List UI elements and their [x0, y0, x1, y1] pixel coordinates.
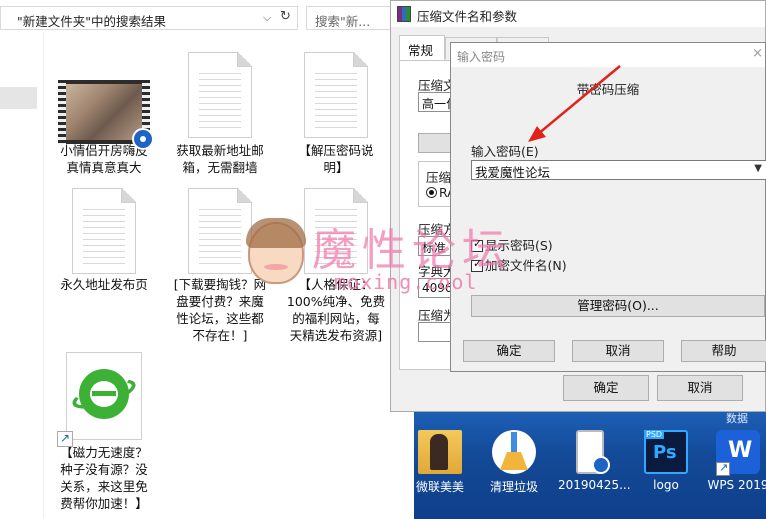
file-label: 性论坛，这些都 — [176, 311, 264, 326]
enter-password-dialog: 输入密码 × 带密码压缩 输入密码(E) 我爱魔性论坛 ▼ 显示密码(S) 加密… — [450, 42, 766, 372]
file-label: 永久地址发布页 — [60, 277, 148, 292]
document-icon — [304, 52, 368, 138]
file-item[interactable]: 【磁力无速度？ 种子没有源？没 关系，来这里免 费帮你加速！】 — [54, 352, 154, 512]
search-placeholder: 搜索"新... — [315, 14, 371, 29]
desktop-area: 数据 微联美美 清理垃圾 20190425... PSDPs logo W WP… — [414, 412, 766, 519]
password-field-label: 输入密码(E) — [471, 144, 539, 159]
file-item[interactable]: 永久地址发布页 — [54, 188, 154, 293]
radio-icon — [426, 187, 437, 198]
dict-value: 4096 — [422, 281, 453, 295]
media-player-badge-icon — [132, 128, 154, 150]
checkbox-icon — [471, 237, 483, 252]
broom-icon — [492, 430, 536, 474]
file-label: 【解压密码说 — [298, 143, 374, 158]
file-label: 不存在！] — [192, 328, 248, 343]
show-password-checkbox[interactable]: 显示密码(S) — [471, 235, 553, 254]
desktop-icon[interactable]: W WPS 2019 — [706, 430, 766, 492]
chevron-down-icon[interactable]: ▼ — [754, 163, 762, 174]
video-file-icon — [58, 80, 154, 150]
password-input[interactable]: 我爱魔性论坛 ▼ — [471, 160, 766, 180]
desktop-icon-label: 清理垃圾 — [489, 480, 538, 494]
desktop-icon-label: 微联美美 — [415, 480, 464, 494]
winrar-icon — [397, 6, 411, 22]
search-input[interactable]: 搜索"新... — [306, 6, 392, 30]
desktop-icon-label: 20190425... — [558, 478, 631, 492]
ok-button[interactable]: 确定 — [463, 340, 555, 362]
ok-button[interactable]: 确定 — [563, 375, 649, 401]
close-icon[interactable]: × — [752, 46, 763, 61]
dialog-titlebar[interactable]: 压缩文件名和参数 — [391, 1, 765, 27]
psd-file-icon: PSD Ps — [644, 430, 688, 474]
desktop-icon[interactable]: PSD Ps logo — [634, 430, 698, 492]
file-label: 天精选发布资源] — [289, 328, 383, 343]
dialog-title: 压缩文件名和参数 — [417, 9, 518, 24]
manage-passwords-button[interactable]: 管理密码(O)... — [471, 295, 765, 317]
navigation-pane — [0, 32, 44, 519]
folder-photo-icon — [418, 430, 462, 474]
checkbox-icon — [471, 257, 483, 272]
tab-label: 常规 — [408, 43, 434, 58]
desktop-icon-label: logo — [653, 478, 679, 492]
password-value: 我爱魔性论坛 — [475, 165, 551, 180]
file-item[interactable]: 【人格保证： 100%纯净、免费 的福利网站，每 天精选发布资源] — [286, 188, 386, 344]
dialog-title: 输入密码 — [457, 50, 506, 64]
wps-icon: W — [716, 430, 760, 476]
file-label: [下载要掏钱？网 — [173, 277, 267, 292]
file-label: 盘要付费？来魔 — [176, 294, 264, 309]
dialog-titlebar[interactable]: 输入密码 × — [451, 43, 765, 67]
help-button[interactable]: 帮助 — [681, 340, 766, 362]
desktop-icon[interactable]: 微联美美 — [408, 430, 472, 495]
file-label: 箱，无需翻墙 — [182, 160, 258, 175]
dialog-heading: 带密码压缩 — [576, 82, 640, 97]
cancel-button[interactable]: 取消 — [572, 340, 664, 362]
file-item[interactable]: [下载要掏钱？网 盘要付费？来魔 性论坛，这些都 不存在！] — [170, 188, 270, 344]
file-item[interactable]: 获取最新地址邮 箱，无需翻墙 — [170, 52, 270, 176]
file-label: 获取最新地址邮 — [176, 143, 264, 158]
desktop-partial-label: 数据 — [726, 412, 748, 425]
file-label: 关系，来这里免 — [60, 479, 148, 494]
show-password-label: 显示密码(S) — [485, 238, 553, 253]
file-item[interactable]: 小情侣开房嗨皮 真情真意真大 — [54, 80, 154, 176]
phone-file-icon — [576, 430, 610, 474]
file-label: 真情真意真大 — [66, 160, 142, 175]
ie-shortcut-icon — [57, 352, 142, 447]
address-bar[interactable]: "新建文件夹"中的搜索结果 ⌵ ↻ — [0, 6, 298, 30]
chevron-down-icon[interactable]: ⌵ — [263, 11, 271, 25]
file-label: 100%纯净、免费 — [286, 294, 386, 309]
desktop-icon-label: WPS 2019 — [707, 478, 766, 492]
encrypt-names-checkbox[interactable]: 加密文件名(N) — [471, 255, 567, 274]
document-icon — [304, 188, 368, 274]
document-icon — [72, 188, 136, 274]
desktop-icon[interactable]: 清理垃圾 — [482, 430, 546, 495]
address-text: "新建文件夹"中的搜索结果 — [17, 14, 166, 29]
file-label: 的福利网站，每 — [292, 311, 380, 326]
cancel-button[interactable]: 取消 — [657, 375, 743, 401]
address-bar-area: "新建文件夹"中的搜索结果 ⌵ ↻ 搜索"新... — [0, 6, 392, 30]
document-icon — [188, 188, 252, 274]
file-label: 费帮你加速！】 — [60, 496, 148, 511]
navigation-selected-item[interactable] — [0, 87, 37, 109]
file-label: 【人格保证： — [298, 277, 374, 292]
file-label: 明】 — [323, 160, 349, 175]
document-icon — [188, 52, 252, 138]
tab-general[interactable]: 常规 — [399, 35, 445, 61]
file-label: 种子没有源？没 — [60, 462, 148, 477]
desktop-icon[interactable]: 20190425... — [558, 430, 631, 492]
method-value: 标准 — [422, 241, 447, 255]
encrypt-names-label: 加密文件名(N) — [485, 258, 567, 273]
shortcut-arrow-icon — [57, 431, 73, 447]
refresh-icon[interactable]: ↻ — [280, 9, 291, 24]
file-item[interactable]: 【解压密码说 明】 — [286, 52, 386, 176]
